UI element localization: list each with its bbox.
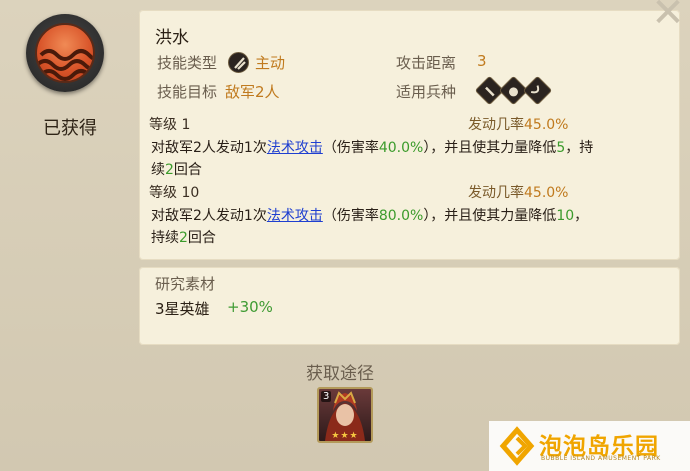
desc-text: ），并且使其力量降低 [423, 208, 557, 224]
obtained-status: 已获得 [43, 118, 97, 139]
watermark: 泡泡岛乐园 BUBBLE ISLAND AMUSEMENT PARK [489, 421, 690, 471]
duration-turns: 2 [179, 230, 188, 246]
damage-rate: 40.0% [378, 140, 424, 156]
attack-range-value: 3 [477, 52, 487, 70]
desc-text: （伤害率 [322, 140, 379, 156]
desc-text: 持续 [151, 230, 179, 246]
desc-text: ），并且使其力量降低 [423, 140, 557, 156]
skill-name: 洪水 [155, 28, 189, 48]
desc-text: ， [574, 208, 589, 224]
level-10-description: 对敌军2人发动1次法术攻击（伤害率80.0%），并且使其力量降低10， 持续2回合 [151, 205, 671, 249]
duration-turns: 2 [165, 162, 174, 178]
research-title: 研究素材 [155, 275, 216, 293]
research-item: 3星英雄 [155, 300, 210, 318]
desc-text: ，持 [565, 140, 594, 156]
watermark-logo-icon [499, 426, 535, 466]
troop-type-label: 适用兵种 [396, 83, 457, 101]
close-icon[interactable]: ✕ [650, 0, 686, 33]
skill-target-value: 敌军2人 [225, 83, 280, 101]
troop-bow-icon [522, 75, 553, 106]
research-material-panel: 研究素材 3星英雄 +30% [139, 267, 680, 345]
watermark-subtext: BUBBLE ISLAND AMUSEMENT PARK [541, 455, 661, 462]
desc-text: 对敌军2人发动1次 [151, 140, 267, 156]
level-1-description: 对敌军2人发动1次法术攻击（伤害率40.0%），并且使其力量降低5，持续2回合 [151, 137, 671, 181]
desc-text: 回合 [173, 162, 202, 178]
attack-range-label: 攻击距离 [396, 54, 457, 72]
research-bonus: +30% [227, 298, 273, 316]
magic-attack-link[interactable]: 法术攻击 [267, 208, 323, 224]
skill-type-value: 主动 [255, 54, 286, 72]
skill-info-panel: 洪水 技能类型 主动 技能目标 敌军2人 攻击距离 3 适用兵种 等级 1 发动… [139, 10, 680, 260]
strength-reduce: 5 [556, 140, 566, 156]
hero-star-badge: 3 [321, 391, 332, 402]
rate-label: 发动几率 [468, 117, 524, 133]
level-10-label: 等级 10 [149, 185, 200, 201]
active-skill-icon [228, 52, 249, 73]
hero-stars: ★★★ [331, 431, 359, 441]
skill-type-label: 技能类型 [157, 54, 218, 72]
acquire-title: 获取途径 [306, 364, 374, 384]
skill-detail-popup: 已获得 洪水 技能类型 主动 技能目标 敌军2人 攻击距离 3 适用兵种 等级 … [0, 0, 690, 471]
magic-attack-link[interactable]: 法术攻击 [267, 140, 323, 156]
level-1-rate: 发动几率45.0% [468, 114, 568, 134]
rate-value: 45.0% [524, 117, 569, 133]
level-10-rate: 发动几率45.0% [468, 182, 568, 202]
rate-label: 发动几率 [468, 185, 524, 201]
desc-text: 对敌军2人发动1次 [151, 208, 267, 224]
desc-text: 续 [151, 162, 165, 178]
desc-text: 回合 [187, 230, 216, 246]
hero-source-card[interactable]: 3 ★★★ [317, 387, 373, 443]
skill-flood-icon [26, 14, 104, 92]
level-1-label: 等级 1 [149, 117, 191, 133]
desc-text: （伤害率 [322, 208, 379, 224]
strength-reduce: 10 [556, 208, 575, 224]
damage-rate: 80.0% [378, 208, 424, 224]
skill-target-label: 技能目标 [157, 83, 218, 101]
rate-value: 45.0% [524, 185, 569, 201]
